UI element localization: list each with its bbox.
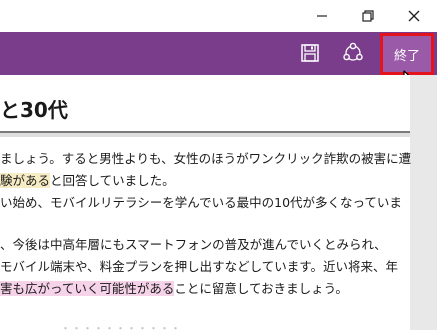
paragraph-1-line-1: ましょう。すると男性よりも、女性のほうがワンクリック詐欺の被害に遭 xyxy=(0,151,412,166)
save-icon xyxy=(301,44,319,62)
save-button[interactable] xyxy=(295,38,325,68)
heading-divider-shadow xyxy=(0,133,410,137)
highlight-pink: 害も広がっていく可能性がある xyxy=(0,281,175,296)
title-bar xyxy=(0,0,437,32)
paragraph-1-line-2-text: と回答していました。 xyxy=(50,173,175,188)
next-heading-faded: ・・・・・・・・・・・ xyxy=(60,322,181,330)
section-heading: と30代 xyxy=(0,98,68,122)
share-button[interactable] xyxy=(338,38,368,68)
close-icon xyxy=(408,10,420,22)
close-button[interactable] xyxy=(391,0,437,32)
paragraph-2-line-1: い始め、モバイルリテラシーを学んでいる最中の10代が多くなっていま xyxy=(0,195,402,210)
restore-icon xyxy=(362,10,374,22)
paragraph-1-line-2: 験があると回答していました。 xyxy=(0,172,175,190)
paragraph-3-line-3-text: ことに留意しておきましょう。 xyxy=(174,281,348,296)
exit-button[interactable]: 終了 xyxy=(380,33,434,75)
paragraph-3-line-2: モバイル端末や、料金プランを押し出すなどしています。近い将来、年 xyxy=(0,259,399,274)
scrollbar-track[interactable] xyxy=(410,75,437,330)
minimize-button[interactable] xyxy=(299,0,345,32)
restore-button[interactable] xyxy=(345,0,391,32)
paragraph-3-line-1: 、今後は中高年層にもスマートフォンの普及が進んでいくとみられ、 xyxy=(0,237,387,252)
paragraph-3-line-3: 害も広がっていく可能性があることに留意しておきましょう。 xyxy=(0,280,348,298)
share-icon xyxy=(343,42,363,61)
minimize-icon xyxy=(317,15,327,17)
highlight-yellow: 験がある xyxy=(0,173,51,188)
app-toolbar: 終了 xyxy=(0,32,437,75)
